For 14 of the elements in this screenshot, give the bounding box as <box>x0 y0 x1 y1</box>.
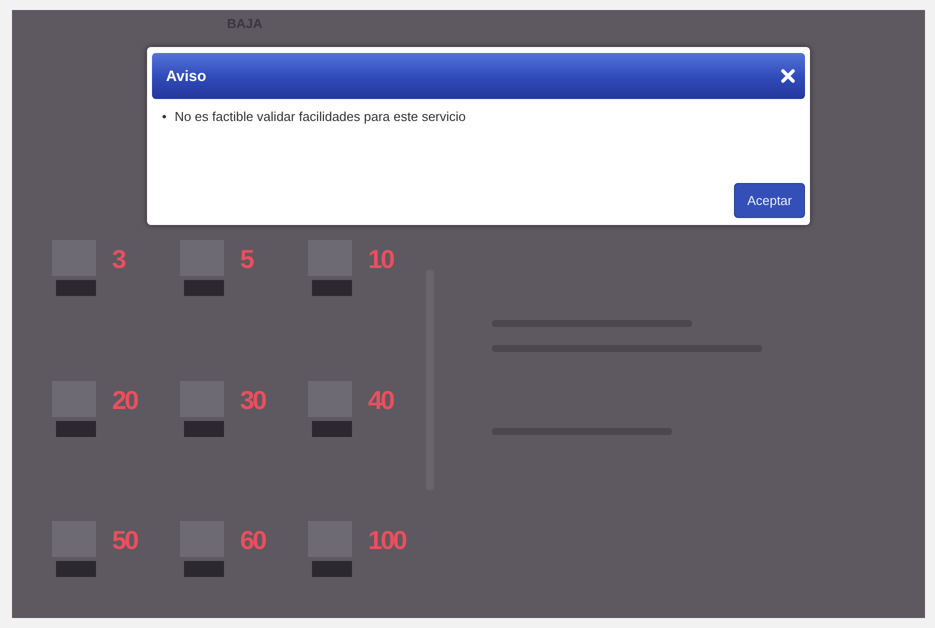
dialog-message: No es factible validar facilidades para este servicio <box>174 109 466 125</box>
tile-value: 20 <box>112 384 137 416</box>
tile-value: 10 <box>368 243 393 275</box>
tile-value: 5 <box>240 243 252 275</box>
tile-value: 30 <box>240 384 265 416</box>
tile-value: 100 <box>368 524 406 556</box>
accept-button[interactable]: Aceptar <box>734 183 805 218</box>
tile-value: 60 <box>240 524 265 556</box>
close-icon[interactable] <box>781 69 795 83</box>
tile-value: 3 <box>112 243 124 275</box>
tile-value: 50 <box>112 524 137 556</box>
bullet-mark: • <box>162 109 167 125</box>
tile-value: 40 <box>368 384 393 416</box>
dialog-title: Aviso <box>166 68 206 84</box>
